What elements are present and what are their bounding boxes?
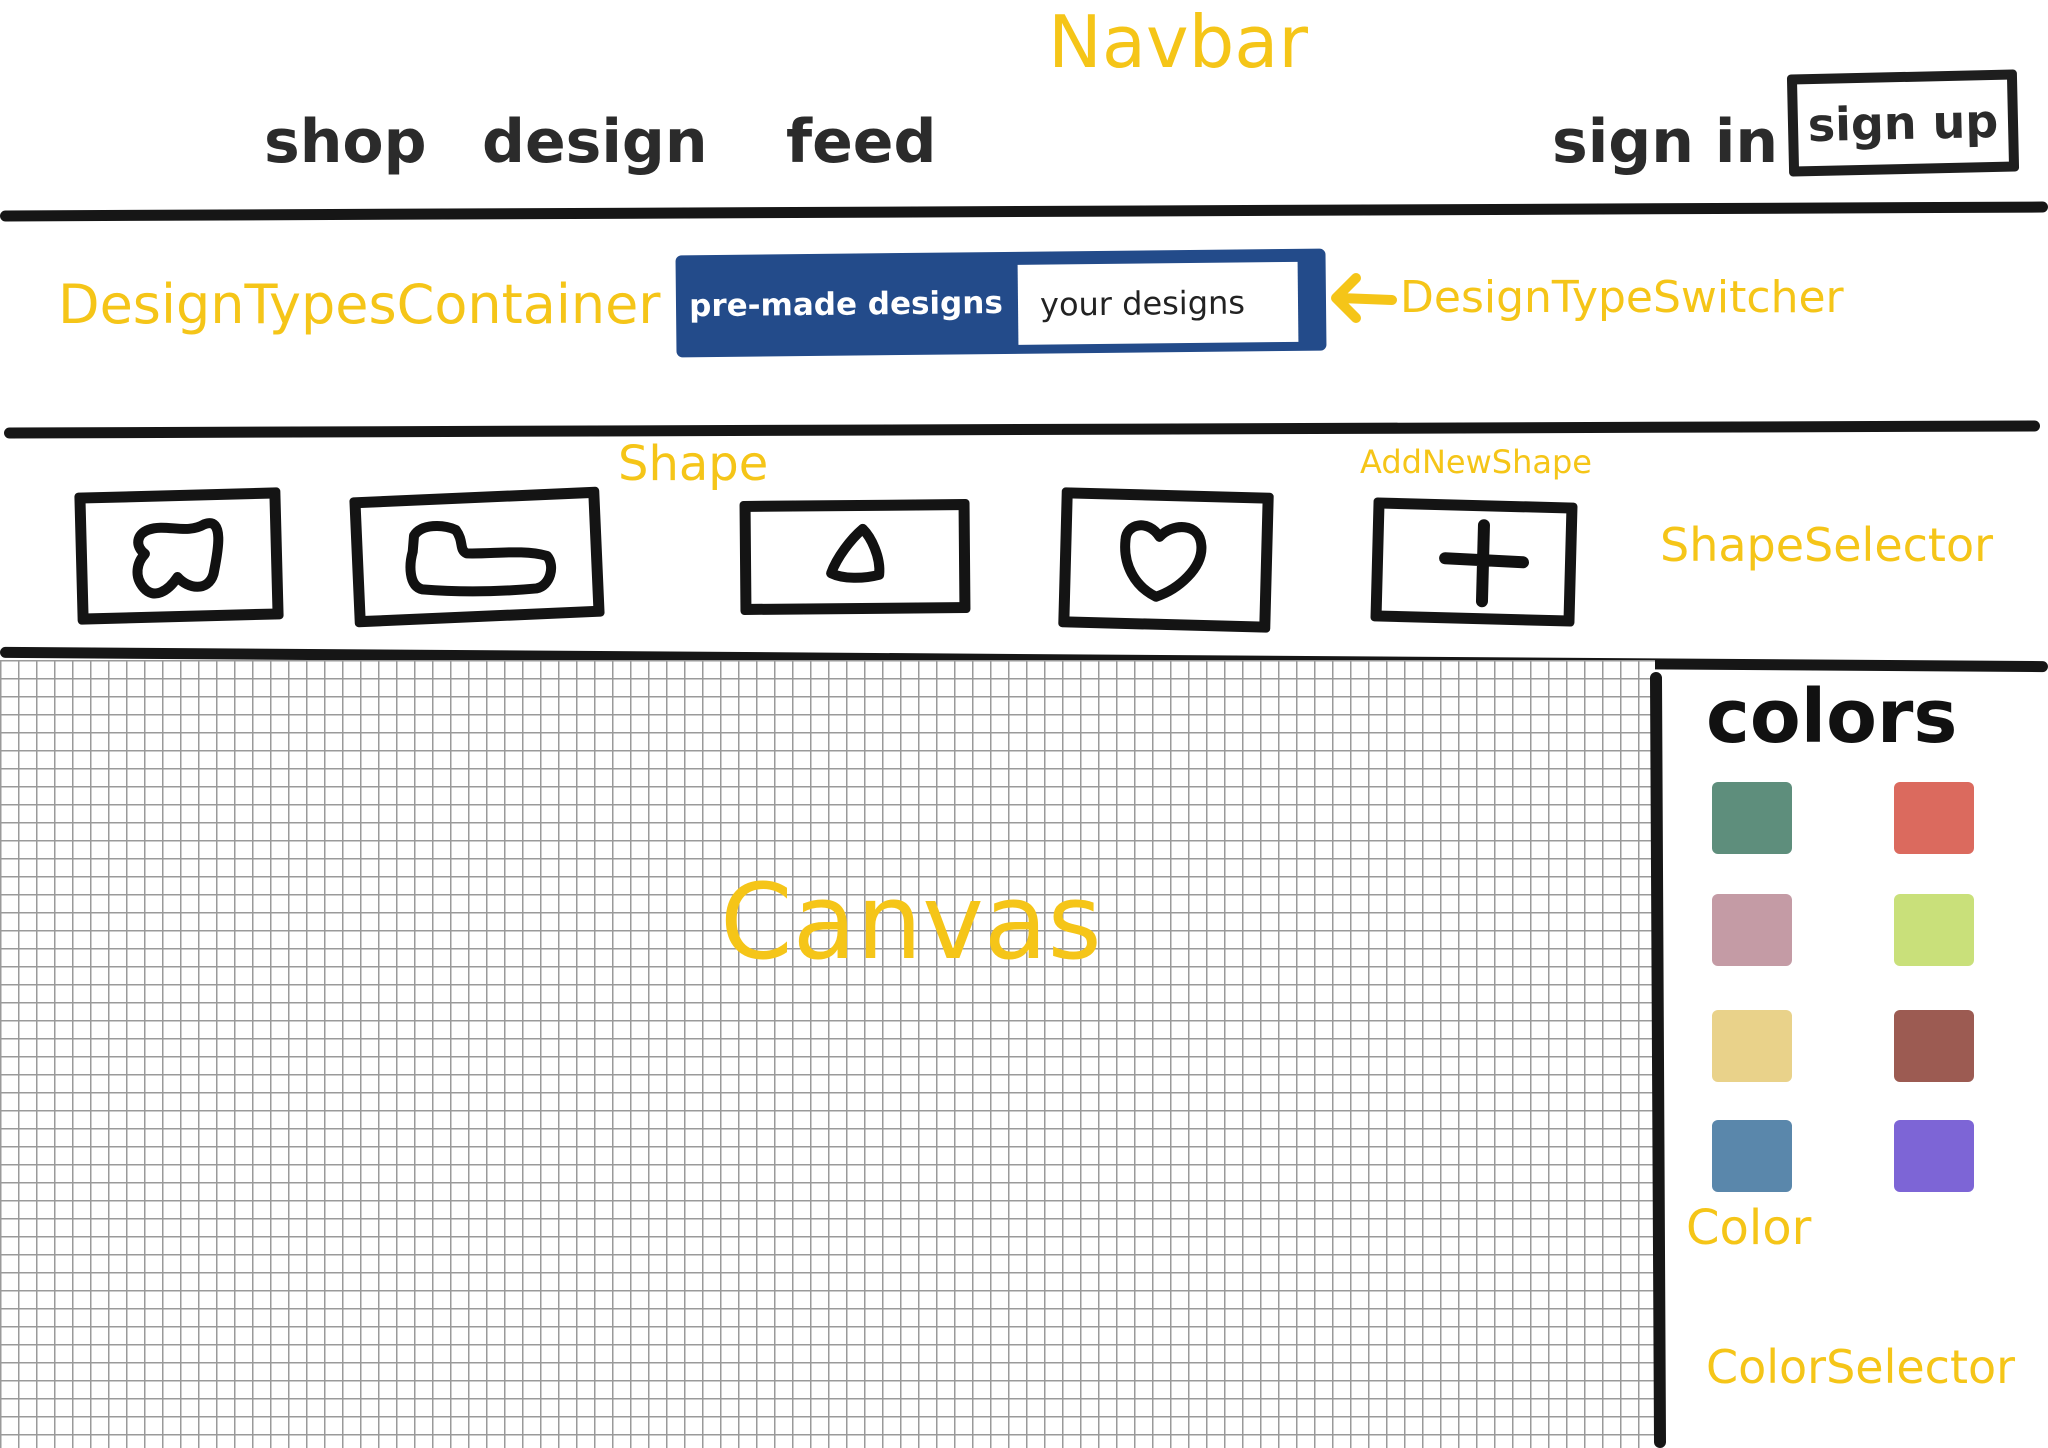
shape-tile-boot[interactable] [349,486,605,628]
heart-shape-icon [1120,520,1207,602]
color-swatch-green[interactable] [1712,782,1792,854]
color-swatch-brown[interactable] [1894,1010,1974,1082]
colors-title: colors [1706,674,1958,760]
nav-link-feed[interactable]: feed [786,112,936,172]
color-selector-annotation: ColorSelector [1706,1340,2016,1394]
color-swatch-blue[interactable] [1712,1120,1792,1192]
shape-tile-heart[interactable] [1058,487,1274,633]
canvas[interactable] [0,660,1655,1448]
add-new-shape-annotation: AddNewShape [1360,443,1592,481]
shape-tile-triangle[interactable] [739,498,971,616]
color-annotation: Color [1686,1200,1812,1256]
your-designs-tab[interactable]: your designs [1017,261,1299,345]
sign-up-button[interactable]: sign up [1786,69,2020,177]
triangle-shape-icon [826,523,885,583]
premade-designs-tab[interactable]: pre-made designs [675,252,1016,358]
nav-link-design[interactable]: design [482,112,708,172]
design-type-switcher-annotation: DesignTypeSwitcher [1400,272,1844,323]
design-type-switcher: pre-made designs your designs [675,248,1327,358]
design-types-container-annotation: DesignTypesContainer [58,273,661,336]
design-types-divider [3,420,2041,439]
shape-annotation: Shape [618,436,769,492]
shape-tile-blob[interactable] [74,487,284,625]
color-swatch-purple[interactable] [1894,1120,1974,1192]
color-swatch-red[interactable] [1894,782,1974,854]
color-swatch-lime[interactable] [1894,894,1974,966]
plus-icon [1439,519,1530,608]
sign-in-link[interactable]: sign in [1552,112,1778,172]
blob-shape-icon [132,518,224,599]
arrow-left-icon [1331,273,1397,323]
add-new-shape-button[interactable] [1370,497,1578,627]
shape-selector-annotation: ShapeSelector [1660,518,1994,572]
canvas-annotation: Canvas [720,861,1102,983]
navbar-annotation: Navbar [1048,0,1309,84]
color-swatch-sand[interactable] [1712,1010,1792,1082]
nav-link-shop[interactable]: shop [264,112,427,172]
color-swatch-mauve[interactable] [1712,894,1792,966]
boot-shape-icon [405,521,557,597]
navbar-divider [0,201,2048,222]
